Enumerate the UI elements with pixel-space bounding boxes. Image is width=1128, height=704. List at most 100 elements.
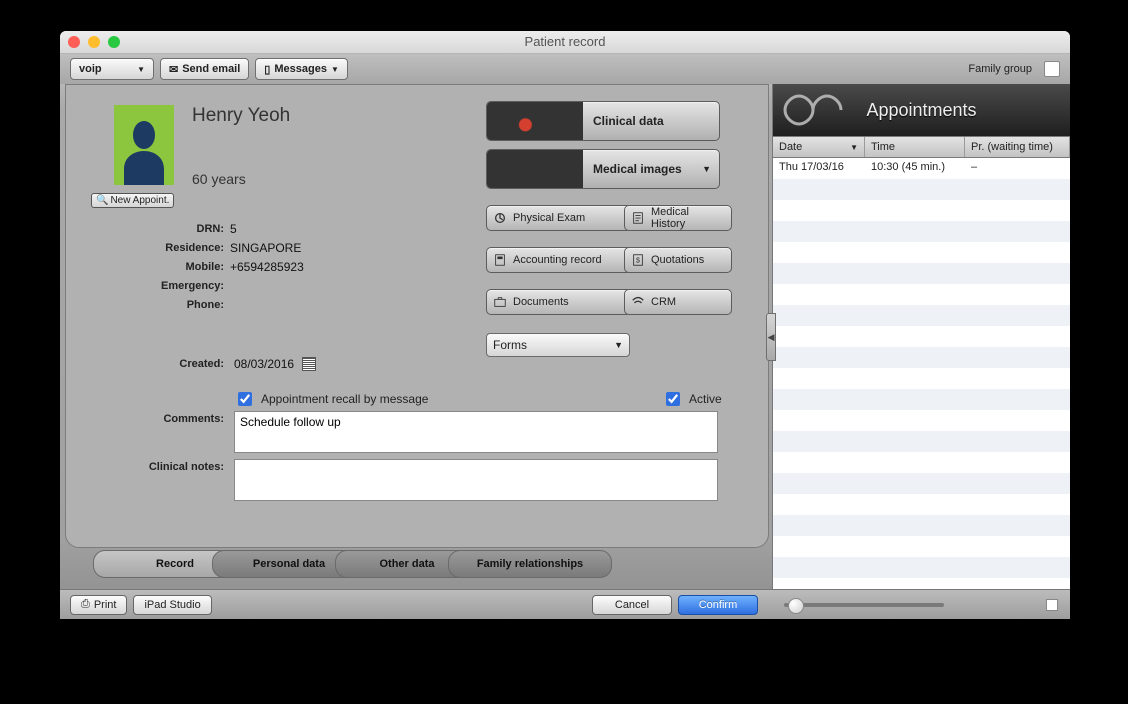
appointments-panel: ◀ Appointments Date▼ Time Pr. (waiting t…	[772, 84, 1070, 590]
recall-label: Appointment recall by message	[261, 392, 428, 406]
comments-input[interactable]	[234, 411, 718, 453]
recall-checkbox[interactable]	[238, 392, 252, 406]
messages-dropdown[interactable]: ▯ Messages ▼	[255, 58, 348, 80]
confirm-button[interactable]: Confirm	[678, 595, 758, 615]
table-row	[773, 410, 1070, 431]
quotations-label: Quotations	[651, 254, 704, 266]
created-label: Created:	[66, 358, 234, 370]
active-label: Active	[689, 392, 722, 406]
table-row	[773, 536, 1070, 557]
appointments-rows: Thu 17/03/1610:30 (45 min.)–	[773, 158, 1070, 590]
send-email-button[interactable]: ✉ Send email	[160, 58, 249, 80]
chevron-down-icon: ▼	[702, 164, 719, 174]
table-row	[773, 179, 1070, 200]
table-row[interactable]: Thu 17/03/1610:30 (45 min.)–	[773, 158, 1070, 179]
printer-icon: ⎙	[81, 598, 90, 611]
emergency-label: Emergency:	[66, 280, 230, 292]
comments-label: Comments:	[66, 411, 234, 453]
forms-label: Forms	[493, 338, 527, 352]
accounting-record-button[interactable]: Accounting record	[486, 247, 632, 273]
tab-family-label: Family relationships	[477, 558, 583, 570]
cancel-button[interactable]: Cancel	[592, 595, 672, 615]
drn-value: 5	[230, 222, 237, 236]
appointments-header: Appointments	[773, 84, 1070, 136]
toolbar: voip▼ ✉ Send email ▯ Messages ▼ Family g…	[60, 54, 1070, 85]
phone-icon: ▯	[264, 63, 270, 76]
splitter-handle[interactable]: ◀	[766, 313, 776, 361]
messages-label: Messages	[274, 63, 327, 75]
logo-icon	[779, 90, 851, 130]
chevron-down-icon: ▼	[614, 340, 623, 350]
patient-age: 60 years	[192, 171, 246, 187]
medical-images-label: Medical images	[583, 162, 702, 176]
crm-button[interactable]: CRM	[624, 289, 732, 315]
window-title: Patient record	[525, 34, 606, 49]
documents-button[interactable]: Documents	[486, 289, 632, 315]
family-group-label: Family group	[968, 63, 1032, 75]
forms-dropdown[interactable]: Forms ▼	[486, 333, 630, 357]
ipad-studio-button[interactable]: iPad Studio	[133, 595, 211, 615]
family-group-checkbox[interactable]	[1044, 61, 1060, 77]
accounting-record-label: Accounting record	[513, 254, 602, 266]
patient-name: Henry Yeoh	[192, 105, 290, 127]
sort-icon: ▼	[850, 143, 858, 152]
table-row	[773, 515, 1070, 536]
table-row	[773, 494, 1070, 515]
table-row	[773, 326, 1070, 347]
active-checkbox[interactable]	[666, 392, 680, 406]
search-icon: 🔍	[96, 195, 108, 206]
quotations-button[interactable]: $ Quotations	[624, 247, 732, 273]
titlebar: Patient record	[60, 31, 1070, 54]
appointments-title: Appointments	[866, 100, 976, 121]
table-row	[773, 221, 1070, 242]
table-row	[773, 557, 1070, 578]
crm-label: CRM	[651, 296, 676, 308]
slider-knob[interactable]	[788, 598, 804, 614]
new-appointment-label: New Appoint.	[110, 195, 169, 206]
table-row	[773, 431, 1070, 452]
phone-label: Phone:	[66, 299, 230, 311]
table-row	[773, 389, 1070, 410]
quote-icon: $	[631, 253, 645, 267]
appointments-columns: Date▼ Time Pr. (waiting time)	[773, 136, 1070, 158]
table-row	[773, 347, 1070, 368]
clinical-data-label: Clinical data	[583, 114, 719, 128]
svg-text:$: $	[636, 258, 640, 265]
voip-dropdown[interactable]: voip▼	[70, 58, 154, 80]
status-indicator	[1046, 599, 1058, 611]
table-row	[773, 473, 1070, 494]
clinical-notes-input[interactable]	[234, 459, 718, 501]
avatar[interactable]	[114, 105, 174, 185]
cancel-label: Cancel	[615, 599, 649, 611]
residence-label: Residence:	[66, 242, 230, 254]
tab-personal-data-label: Personal data	[253, 558, 325, 570]
zoom-slider[interactable]	[784, 603, 944, 607]
mobile-value: +6594285923	[230, 260, 304, 274]
medical-images-button[interactable]: Medical images ▼	[486, 149, 720, 189]
record-panel: Henry Yeoh 60 years 🔍 New Appoint. DRN:5…	[60, 84, 772, 590]
calendar-icon[interactable]	[302, 357, 316, 371]
table-row	[773, 263, 1070, 284]
col-pr[interactable]: Pr. (waiting time)	[965, 137, 1070, 157]
table-row	[773, 242, 1070, 263]
table-row	[773, 452, 1070, 473]
print-button[interactable]: ⎙ Print	[70, 595, 127, 615]
new-appointment-button[interactable]: 🔍 New Appoint.	[91, 193, 174, 208]
table-row	[773, 200, 1070, 221]
confirm-label: Confirm	[699, 599, 738, 611]
tab-record-label: Record	[156, 558, 194, 570]
drn-label: DRN:	[66, 223, 230, 235]
clinical-data-button[interactable]: Clinical data	[486, 101, 720, 141]
wifi-icon	[631, 295, 645, 309]
col-date[interactable]: Date▼	[773, 137, 865, 157]
physical-exam-button[interactable]: Physical Exam	[486, 205, 632, 231]
medical-history-button[interactable]: Medical History	[624, 205, 732, 231]
close-icon[interactable]	[68, 36, 80, 48]
patient-record-window: Patient record voip▼ ✉ Send email ▯ Mess…	[60, 31, 1070, 619]
col-time[interactable]: Time	[865, 137, 965, 157]
document-icon	[631, 211, 645, 225]
zoom-icon[interactable]	[108, 36, 120, 48]
minimize-icon[interactable]	[88, 36, 100, 48]
tab-family-relationships[interactable]: Family relationships	[448, 550, 612, 578]
residence-value: SINGAPORE	[230, 241, 301, 255]
